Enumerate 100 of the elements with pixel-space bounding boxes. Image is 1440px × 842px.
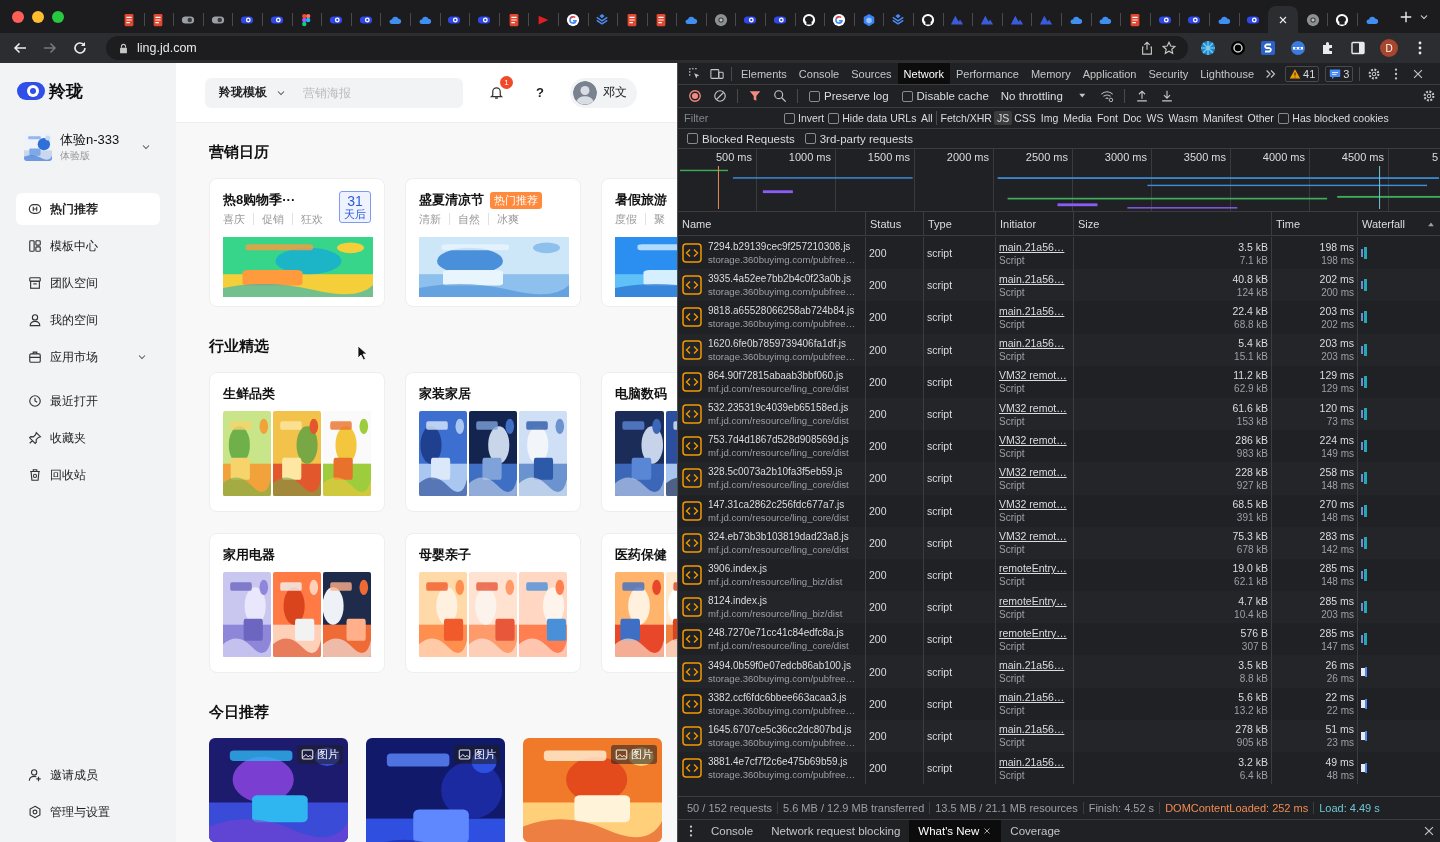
initiator-link[interactable]: VM32 remot… <box>999 369 1067 382</box>
request-name[interactable]: 147.31ca2862c256fdc677a7.js <box>708 498 849 510</box>
column-header[interactable]: Time <box>1276 217 1301 230</box>
type-filter[interactable]: Img <box>1038 111 1061 125</box>
initiator-link[interactable]: VM32 remot… <box>999 465 1067 478</box>
category-card[interactable]: 医药保健 <box>601 533 677 673</box>
type-filter[interactable]: WS <box>1144 111 1167 125</box>
initiator-link[interactable]: main.21a56… <box>999 755 1065 768</box>
nav-item[interactable]: 模板中心 <box>16 230 160 262</box>
request-name[interactable]: 3494.0b59f0e07edcb86ab100.js <box>708 659 856 671</box>
panel-tab[interactable]: Console <box>792 63 846 84</box>
initiator-link[interactable]: VM32 remot… <box>999 433 1067 446</box>
panel-tab[interactable]: Lighthouse <box>1194 63 1261 84</box>
initiator-link[interactable]: VM32 remot… <box>999 498 1067 511</box>
initiator-link[interactable]: main.21a56… <box>999 691 1065 704</box>
user-menu[interactable]: 邓文 <box>570 77 637 108</box>
request-name[interactable]: 753.7d4d1867d528d908569d.js <box>708 434 849 446</box>
drawer-tab[interactable]: Coverage <box>1001 820 1070 842</box>
panel-tab[interactable]: Memory <box>1024 63 1077 84</box>
nav-item[interactable]: 团队空间 <box>16 267 160 299</box>
type-filter[interactable]: JS <box>994 111 1012 125</box>
request-name[interactable]: 532.235319c4039eb65158ed.js <box>708 402 849 414</box>
initiator-link[interactable]: remoteEntry… <box>999 594 1067 607</box>
category-card[interactable]: 生鲜品类 <box>209 372 385 512</box>
panel-tab[interactable]: Performance <box>949 63 1025 84</box>
request-name[interactable]: 1620.6fe0b7859739406fa1df.js <box>708 337 856 349</box>
messages-badge[interactable]: 3 <box>1325 65 1354 82</box>
checkbox[interactable]: Blocked Requests <box>687 132 795 145</box>
initiator-link[interactable]: main.21a56… <box>999 723 1065 736</box>
checkbox[interactable]: Disable cache <box>901 90 989 102</box>
request-name[interactable]: 8124.index.js <box>708 595 843 607</box>
panel-tab[interactable]: Application <box>1076 63 1143 84</box>
request-name[interactable]: 1645.6707ce5c36cc2dc807bd.js <box>708 723 856 735</box>
type-filter[interactable]: Media <box>1060 111 1095 125</box>
checkbox[interactable]: Preserve log <box>809 90 889 102</box>
nav-item[interactable]: 邀请成员 <box>16 759 160 791</box>
type-filter[interactable]: Doc <box>1120 111 1145 125</box>
column-header[interactable]: Size <box>1078 217 1100 230</box>
request-name[interactable]: 328.5c0073a2b10fa3f5eb59.js <box>708 466 849 478</box>
initiator-link[interactable]: VM32 remot… <box>999 530 1067 543</box>
column-header[interactable]: Initiator <box>1000 217 1037 230</box>
event-card[interactable]: 盛夏清凉节 热门推荐 清新 自然 冰爽 <box>405 178 581 307</box>
type-filter[interactable]: CSS <box>1011 111 1039 125</box>
drawer-tab[interactable]: What's New <box>909 820 1002 842</box>
column-header[interactable]: Type <box>928 217 952 230</box>
checkbox[interactable]: 3rd-party requests <box>804 132 914 145</box>
initiator-link[interactable]: remoteEntry… <box>999 562 1067 575</box>
category-card[interactable]: 家装家居 <box>405 372 581 512</box>
type-filter[interactable]: All <box>918 111 936 125</box>
throttling-dropdown[interactable]: No throttling <box>996 90 1093 102</box>
drawer-tab[interactable]: Network request blocking <box>762 820 910 842</box>
column-header[interactable]: Name <box>682 217 712 230</box>
drawer-tab[interactable]: Console <box>702 820 763 842</box>
nav-item[interactable]: 我的空间 <box>16 304 160 336</box>
category-card[interactable]: 家用电器 <box>209 533 385 673</box>
nav-item[interactable]: 热门推荐 <box>16 193 160 225</box>
scope-dropdown[interactable]: 羚珑模板 <box>219 84 287 101</box>
initiator-link[interactable]: remoteEntry… <box>999 626 1067 639</box>
initiator-link[interactable]: VM32 remot… <box>999 401 1067 414</box>
type-filter[interactable]: Wasm <box>1166 111 1201 125</box>
type-filter[interactable]: Fetch/XHR <box>938 111 995 125</box>
nav-item[interactable]: 回收站 <box>16 459 160 491</box>
category-card[interactable]: 母婴亲子 <box>405 533 581 673</box>
initiator-link[interactable]: main.21a56… <box>999 337 1065 350</box>
request-name[interactable]: 9818.a65528066258ab724b84.js <box>708 305 856 317</box>
checkbox[interactable]: Has blocked cookies <box>1278 112 1389 124</box>
initiator-link[interactable]: main.21a56… <box>999 659 1065 672</box>
address-bar[interactable]: ling.jd.com <box>106 36 1188 60</box>
nav-item[interactable]: 应用市场 <box>16 341 160 373</box>
request-name[interactable]: 3906.index.js <box>708 562 843 574</box>
panel-tab[interactable]: Security <box>1142 63 1195 84</box>
column-header[interactable]: Waterfall <box>1362 217 1405 230</box>
panel-tab[interactable]: Elements <box>735 63 793 84</box>
profile-button[interactable]: D <box>1378 37 1400 59</box>
event-card[interactable]: 暑假旅游 度假 聚 <box>601 178 677 307</box>
request-name[interactable]: 248.7270e71cc41c84edfc8a.js <box>708 627 849 639</box>
request-name[interactable]: 324.eb73b3b103819dad23a8.js <box>708 530 849 542</box>
workspace-switcher[interactable]: 体验n-333 体验版 <box>16 123 160 171</box>
initiator-link[interactable]: main.21a56… <box>999 304 1065 317</box>
request-name[interactable]: 3935.4a52ee7bb2b4c0f23a0b.js <box>708 273 856 285</box>
panel-tab[interactable]: Sources <box>845 63 898 84</box>
initiator-link[interactable]: main.21a56… <box>999 272 1065 285</box>
help-button[interactable]: ? <box>530 85 550 100</box>
type-filter[interactable]: Manifest <box>1200 111 1246 125</box>
request-name[interactable]: 864.90f72815abaab3bbf060.js <box>708 369 849 381</box>
checkbox[interactable]: Hide data URLs <box>828 112 917 124</box>
request-name[interactable]: 3382.ccf6fdc6bbee663acaa3.js <box>708 691 856 703</box>
request-name[interactable]: 7294.b29139cec9f257210308.js <box>708 241 856 253</box>
category-card[interactable]: 电脑数码 <box>601 372 677 512</box>
type-filter[interactable]: Font <box>1094 111 1121 125</box>
nav-item[interactable]: 最近打开 <box>16 385 160 417</box>
checkbox[interactable]: Invert <box>784 112 825 124</box>
initiator-link[interactable]: main.21a56… <box>999 240 1065 253</box>
type-filter[interactable]: Other <box>1245 111 1277 125</box>
warnings-badge[interactable]: 41 <box>1285 65 1320 82</box>
request-name[interactable]: 3881.4e7cf7f2c6e475b69b59.js <box>708 756 856 768</box>
panel-tab[interactable]: Network <box>897 63 950 84</box>
nav-item[interactable]: 管理与设置 <box>16 796 160 828</box>
nav-item[interactable]: 收藏夹 <box>16 422 160 454</box>
column-header[interactable]: Status <box>870 217 902 230</box>
